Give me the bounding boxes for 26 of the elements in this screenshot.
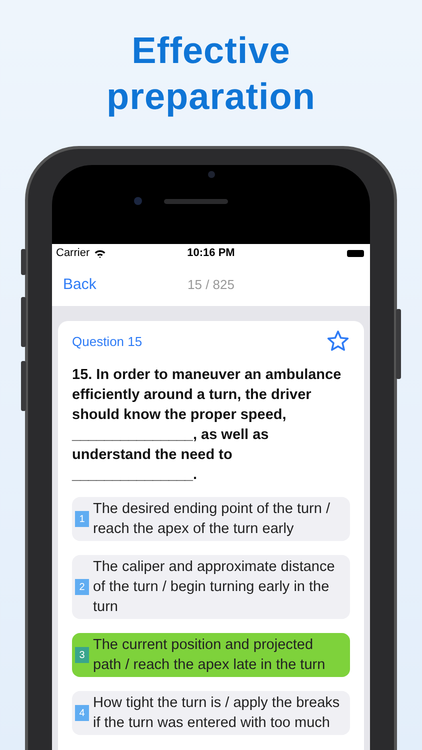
- status-time: 10:16 PM: [187, 247, 235, 259]
- answer-option[interactable]: 4 How tight the turn is / apply the breaks if the turn was entered with too much: [72, 691, 350, 735]
- option-number: 1: [75, 511, 89, 527]
- answer-option[interactable]: 1 The desired ending point of the turn / reach the apex of the turn early: [72, 497, 350, 541]
- headline: preparation: [106, 75, 316, 119]
- camera-icon: [208, 171, 214, 178]
- back-button[interactable]: Back: [63, 276, 96, 292]
- answer-option[interactable]: 3 The current position and projected path / reach the apex late in the turn: [72, 633, 350, 677]
- question-label: Question 15: [72, 334, 142, 348]
- option-text: How tight the turn is / apply the breaks if the turn was entered with too much: [93, 694, 341, 733]
- battery-icon: [347, 250, 364, 256]
- option-number: 2: [75, 579, 89, 595]
- question-text: 15. In order to maneuver an ambulance efficiently around a turn, the driver should know the proper speed, _______________, as well as understand the need to _______________.: [72, 366, 342, 485]
- question-counter: 15 / 825: [188, 276, 234, 292]
- option-text: The caliper and approximate distance of the turn / begin turning early in the turn: [93, 558, 336, 617]
- speaker-grille: [164, 198, 228, 204]
- carrier-label: Carrier: [56, 247, 90, 259]
- option-number: 4: [75, 705, 89, 721]
- option-text: The current position and projected path / reach the apex late in the turn: [93, 636, 326, 675]
- headline: Effective: [132, 29, 290, 73]
- option-number: 3: [75, 647, 89, 663]
- answer-option[interactable]: 2 The caliper and approximate distance of the turn / begin turning early in the turn: [72, 555, 350, 619]
- option-text: The desired ending point of the turn / reach the apex of the turn early: [93, 500, 331, 539]
- star-icon[interactable]: [326, 329, 350, 353]
- sensor-icon: [134, 197, 142, 205]
- wifi-icon: [94, 248, 106, 258]
